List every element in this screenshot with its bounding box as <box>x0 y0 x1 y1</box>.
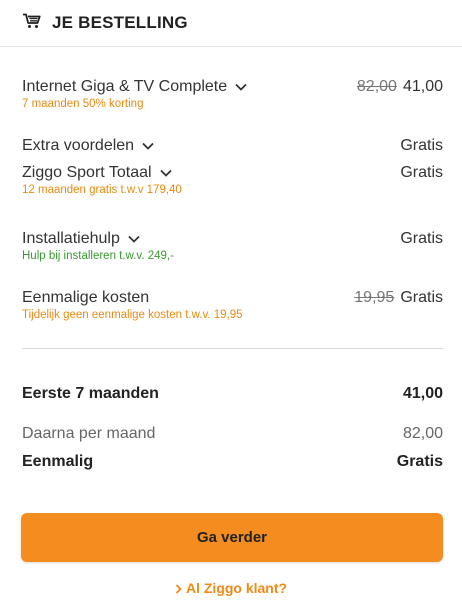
item-label: Installatiehulp <box>22 230 120 247</box>
chevron-down-icon[interactable] <box>142 142 154 150</box>
item-toggle-internet[interactable]: Internet Giga & TV Complete <box>22 78 247 96</box>
old-price: 82,00 <box>356 78 397 95</box>
item-label: Eenmalige kosten <box>22 289 150 306</box>
item-price: Gratis <box>400 164 443 181</box>
item-toggle-installatiehulp[interactable]: Installatiehulp <box>22 230 140 248</box>
item-price: Gratis <box>400 230 443 247</box>
item-toggle-ziggo-sport[interactable]: Ziggo Sport Totaal <box>22 164 172 182</box>
item-subtext: Hulp bij installeren t.w.v. 249,- <box>22 250 174 262</box>
item-subtext: 7 maanden 50% korting <box>22 98 144 110</box>
order-item-ziggo-sport: Ziggo Sport Totaal 12 maanden gratis t.w… <box>22 164 443 196</box>
existing-customer-link[interactable]: Al Ziggo klant? <box>0 580 462 596</box>
current-price: Gratis <box>400 289 443 306</box>
order-header: JE BESTELLING <box>0 0 462 47</box>
summary-label: Eerste 7 maanden <box>22 385 159 402</box>
order-item-installatiehulp: Installatiehulp Hulp bij installeren t.w… <box>22 230 443 262</box>
summary-label: Eenmalig <box>22 453 94 470</box>
item-toggle-extra-voordelen[interactable]: Extra voordelen <box>22 137 154 155</box>
chevron-right-icon <box>175 584 182 594</box>
item-label: Ziggo Sport Totaal <box>22 164 152 181</box>
order-item-internet: Internet Giga & TV Complete 7 maanden 50… <box>22 78 443 110</box>
summary-value: Gratis <box>396 453 443 470</box>
divider <box>22 348 443 349</box>
current-price: 41,00 <box>402 78 443 95</box>
summary-value: 41,00 <box>402 385 443 402</box>
item-price: 19,95 Gratis <box>354 289 443 307</box>
shopping-cart-icon <box>23 13 41 28</box>
summary-value: 82,00 <box>402 425 443 442</box>
old-price: 19,95 <box>354 289 395 306</box>
item-price: Gratis <box>400 137 443 154</box>
summary-label: Daarna per maand <box>22 425 156 442</box>
order-item-extra-voordelen: Extra voordelen Gratis <box>22 137 443 155</box>
page-title: JE BESTELLING <box>52 13 188 32</box>
item-label: Internet Giga & TV Complete <box>22 78 228 95</box>
item-label: Extra voordelen <box>22 137 135 154</box>
existing-customer-label: Al Ziggo klant? <box>185 580 288 596</box>
chevron-down-icon[interactable] <box>159 169 172 177</box>
continue-button[interactable]: Ga verder <box>21 513 443 562</box>
chevron-down-icon[interactable] <box>235 83 247 91</box>
order-item-eenmalige-kosten: Eenmalige kosten Tijdelijk geen eenmalig… <box>22 289 443 321</box>
chevron-down-icon[interactable] <box>128 235 140 243</box>
item-subtext: 12 maanden gratis t.w.v 179,40 <box>22 184 182 196</box>
item-subtext: Tijdelijk geen eenmalige kosten t.w.v. 1… <box>22 309 243 321</box>
item-label-eenmalige-kosten: Eenmalige kosten <box>22 289 149 307</box>
item-price: 82,00 41,00 <box>357 78 443 96</box>
